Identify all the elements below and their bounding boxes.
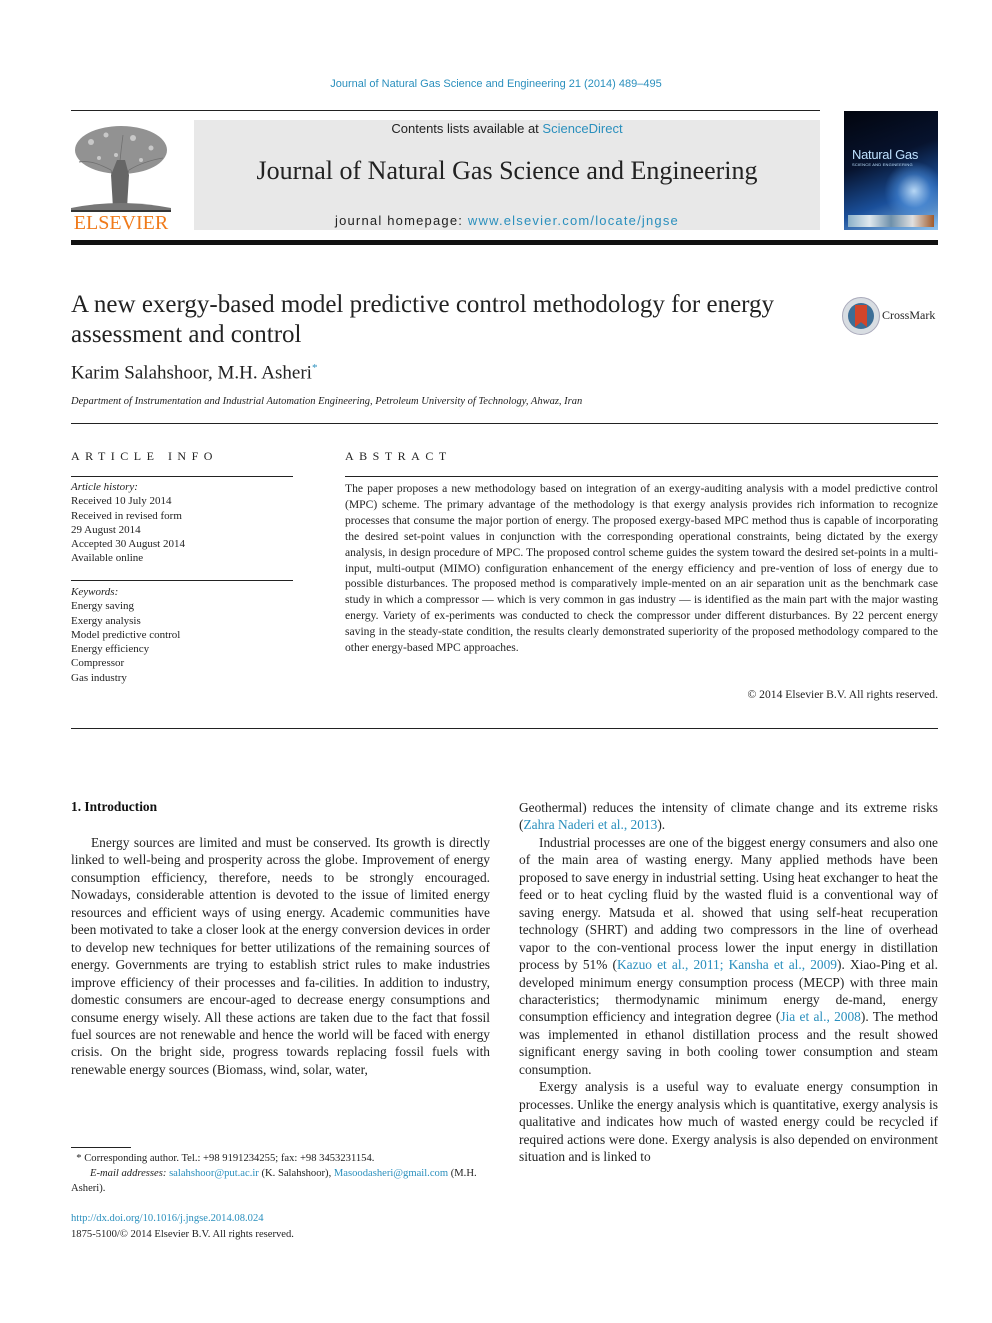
keywords: Keywords: Energy saving Exergy analysis … (71, 585, 293, 685)
corresponding-author-mark[interactable]: * (312, 362, 318, 374)
keyword-item: Energy efficiency (71, 643, 150, 656)
intro-paragraph-2: Industrial processes are one of the bigg… (519, 834, 938, 1078)
header-top-rule (71, 110, 820, 111)
elsevier-wordmark: ELSEVIER (73, 212, 169, 234)
contents-prefix: Contents lists available at (391, 121, 543, 136)
article-info-heading: ARTICLE INFO (71, 449, 218, 463)
text-span: Industrial processes are one of the bigg… (519, 834, 938, 973)
sciencedirect-link[interactable]: ScienceDirect (542, 121, 622, 136)
keyword-item: Model predictive control (71, 628, 181, 641)
right-column: Geothermal) reduces the intensity of cli… (519, 799, 938, 1166)
introduction-heading: 1. Introduction (71, 799, 158, 814)
email-note: E-mail addresses: salahshoor@put.ac.ir (… (71, 1166, 490, 1196)
keyword-item: Gas industry (71, 671, 127, 684)
intro-paragraph-1: Energy sources are limited and must be c… (71, 835, 490, 1077)
doi-link[interactable]: http://dx.doi.org/10.1016/j.jngse.2014.0… (71, 1211, 294, 1227)
citation-link[interactable]: Kazuo et al., 2011; Kansha et al., 2009 (617, 957, 837, 972)
affiliation: Department of Instrumentation and Indust… (71, 396, 583, 407)
citation-link[interactable]: Jia et al., 2008 (780, 1009, 861, 1024)
title-divider (71, 423, 938, 424)
journal-title: Journal of Natural Gas Science and Engin… (256, 156, 758, 185)
article-title: A new exergy-based model predictive cont… (71, 290, 831, 350)
email-owner: (K. Salahshoor), (258, 1168, 334, 1179)
cover-subtitle: SCIENCE AND ENGINEERING (852, 162, 913, 167)
article-history: Article history: Received 10 July 2014 R… (71, 480, 293, 566)
footnote: * Corresponding author. Tel.: +98 919123… (71, 1151, 490, 1196)
email-link-2[interactable]: Masoodasheri@gmail.com (334, 1168, 448, 1179)
article-info-rule (71, 476, 293, 477)
history-item: 29 August 2014 (71, 523, 141, 536)
homepage-line: journal homepage: www.elsevier.com/locat… (194, 213, 820, 228)
cover-flame-graphic (884, 161, 938, 221)
contents-line: Contents lists available at ScienceDirec… (194, 121, 820, 136)
author-names: Karim Salahshoor, M.H. Asheri (71, 362, 312, 384)
keyword-item: Energy saving (71, 600, 135, 613)
history-item: Received in revised form (71, 509, 182, 522)
crossmark-icon (842, 297, 880, 335)
keywords-rule (71, 580, 293, 581)
article-title-line-1: A new exergy-based model predictive cont… (71, 291, 775, 318)
crossmark-button[interactable]: CrossMark (842, 297, 938, 335)
text-span: ). (657, 817, 666, 833)
cover-title: Natural Gas (852, 147, 919, 162)
header-bottom-rule (71, 240, 938, 245)
homepage-link[interactable]: www.elsevier.com/locate/jngse (468, 213, 679, 228)
crossmark-label: CrossMark (882, 308, 936, 322)
email-link-1[interactable]: salahshoor@put.ac.ir (169, 1168, 259, 1179)
keyword-item: Compressor (71, 657, 125, 670)
history-item: Available online (71, 552, 144, 565)
left-column: Energy sources are limited and must be c… (71, 834, 490, 1078)
citation-link[interactable]: Zahra Naderi et al., 2013 (523, 817, 657, 832)
abstract-rule (345, 476, 938, 477)
corresponding-text: Corresponding author. Tel.: +98 91912342… (81, 1153, 375, 1164)
intro-paragraph-3: Exergy analysis is a useful way to evalu… (519, 1079, 938, 1165)
keyword-item: Exergy analysis (71, 614, 141, 627)
abstract-bottom-rule (71, 728, 938, 729)
history-item: Accepted 30 August 2014 (71, 538, 185, 551)
issn-copyright: 1875-5100/© 2014 Elsevier B.V. All right… (71, 1228, 294, 1240)
article-title-line-2: assessment and control (71, 321, 302, 348)
intro-paragraph-continued: Geothermal) reduces the intensity of cli… (519, 799, 938, 834)
abstract-heading: ABSTRACT (345, 449, 452, 463)
abstract-text: The paper proposes a new methodology bas… (345, 482, 938, 655)
abstract-copyright: © 2014 Elsevier B.V. All rights reserved… (747, 688, 938, 701)
history-item: Received 10 July 2014 (71, 495, 172, 508)
homepage-prefix: journal homepage: (334, 213, 468, 228)
journal-reference[interactable]: Journal of Natural Gas Science and Engin… (0, 78, 992, 90)
journal-cover-image[interactable]: Natural Gas SCIENCE AND ENGINEERING (844, 111, 938, 230)
corresponding-author-note: * Corresponding author. Tel.: +98 919123… (71, 1151, 490, 1166)
email-label: E-mail addresses: (90, 1168, 170, 1179)
keywords-label: Keywords: (71, 586, 119, 598)
cover-photo-strip (848, 215, 934, 227)
history-label: Article history: (71, 481, 138, 493)
footnote-rule (71, 1147, 131, 1148)
doi-block: http://dx.doi.org/10.1016/j.jngse.2014.0… (71, 1211, 294, 1242)
authors: Karim Salahshoor, M.H. Asheri* (71, 362, 317, 384)
